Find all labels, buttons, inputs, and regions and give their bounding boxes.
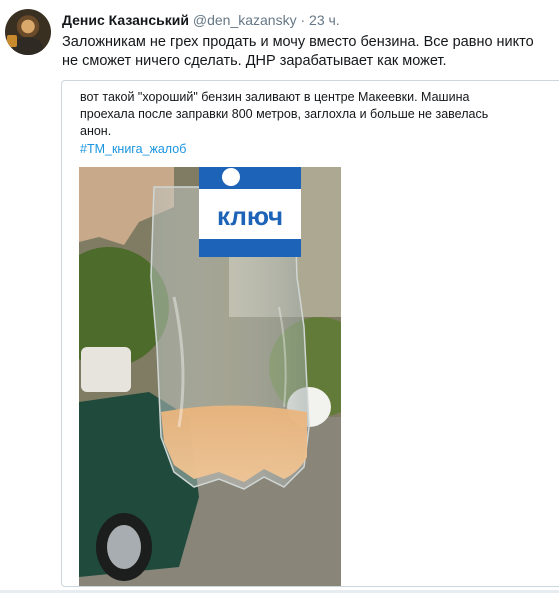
tweet-timestamp[interactable]: 23 ч. [309, 12, 340, 28]
bottle-label-text: ключ [217, 201, 283, 231]
author-name[interactable]: Денис Казанський [62, 12, 189, 28]
author-handle[interactable]: @den_kazansky [193, 12, 297, 28]
bottle-photo-illustration: ключ [79, 167, 341, 586]
tweet-text: Заложникам не грех продать и мочу вместо… [62, 34, 534, 69]
quoted-photo[interactable]: ключ [79, 167, 341, 586]
white-car [81, 347, 131, 392]
hashtag-link[interactable]: #ТМ_книга_жалоб [80, 142, 186, 156]
avatar-cup [7, 35, 17, 47]
bottle-label-band [199, 239, 301, 257]
car-wheel-rim [107, 525, 141, 569]
bottle-label-stripe [199, 167, 301, 189]
tweet-card[interactable]: Денис Казанський @den_kazansky · 23 ч. З… [0, 0, 559, 593]
header-separator: · [300, 12, 306, 28]
bottle-label-logo [222, 168, 240, 186]
avatar[interactable] [5, 9, 51, 55]
quoted-signature: анон. [80, 124, 112, 138]
avatar-figure [13, 37, 43, 55]
quoted-tweet-text: вот такой "хороший" бензин заливают в це… [80, 89, 520, 140]
bottle-liquid [161, 405, 307, 482]
quoted-text-body: вот такой "хороший" бензин заливают в це… [80, 90, 489, 121]
quoted-tweet[interactable]: вот такой "хороший" бензин заливают в це… [61, 80, 559, 587]
tweet-header: Денис Казанський @den_kazansky · 23 ч. [62, 12, 340, 28]
